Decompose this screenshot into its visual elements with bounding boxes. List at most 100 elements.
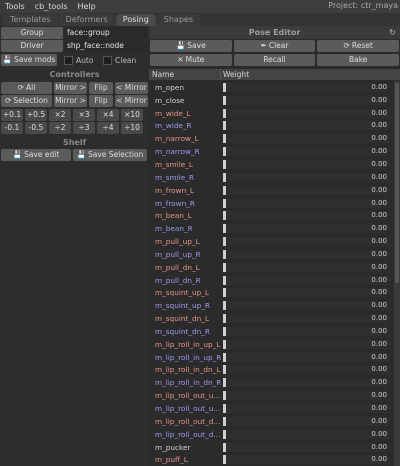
table-row[interactable]: m_wide_R 0.00 — [149, 120, 393, 133]
table-row[interactable]: m_squint_up_L 0.00 — [149, 287, 393, 300]
pose-name[interactable]: m_pull_up_R — [149, 250, 223, 259]
pose-name[interactable]: m_squint_dn_R — [149, 327, 223, 336]
pose-name[interactable]: m_narrow_L — [149, 134, 223, 143]
table-row[interactable]: m_lip_roll_out_d... 0.00 — [149, 428, 393, 441]
save-edit-button[interactable]: 💾 Save edit — [1, 149, 71, 161]
slider-handle[interactable] — [223, 237, 226, 247]
pose-mute-button[interactable]: ✕ Mute — [150, 54, 232, 66]
clean-checkbox[interactable]: Clean — [103, 54, 148, 66]
slider-handle[interactable] — [223, 95, 226, 105]
table-row[interactable]: m_narrow_L 0.00 — [149, 132, 393, 145]
pose-name[interactable]: m_squint_up_R — [149, 301, 223, 310]
scrollbar-thumb[interactable] — [395, 83, 399, 283]
pose-name[interactable]: m_pull_dn_R — [149, 276, 223, 285]
step-plus-0.1-button[interactable]: +0.1 — [1, 109, 23, 121]
slider-handle[interactable] — [223, 82, 226, 92]
weight-slider[interactable]: 0.00 — [223, 429, 389, 439]
weight-slider[interactable]: 0.00 — [223, 365, 389, 375]
pose-name[interactable]: m_narrow_R — [149, 147, 223, 156]
table-row[interactable]: m_lip_roll_out_d... 0.00 — [149, 415, 393, 428]
mirror-right-button[interactable]: Mirror > — [54, 82, 87, 94]
table-row[interactable]: m_squint_dn_L 0.00 — [149, 312, 393, 325]
weight-slider[interactable]: 0.00 — [223, 95, 389, 105]
step-minus-0.5-button[interactable]: -0.5 — [25, 122, 47, 134]
slider-handle[interactable] — [223, 198, 226, 208]
slider-handle[interactable] — [223, 108, 226, 118]
weight-slider[interactable]: 0.00 — [223, 288, 389, 298]
select-all-button[interactable]: ⟳ All — [1, 82, 52, 94]
step-divide-4-button[interactable]: ÷4 — [97, 122, 119, 134]
table-row[interactable]: m_wide_L 0.00 — [149, 107, 393, 120]
pose-name[interactable]: m_smile_L — [149, 160, 223, 169]
pose-name[interactable]: m_frown_L — [149, 186, 223, 195]
tab-shapes[interactable]: Shapes — [156, 14, 200, 26]
pose-list-scrollbar[interactable] — [394, 81, 400, 466]
table-row[interactable]: m_narrow_R 0.00 — [149, 145, 393, 158]
step-times-4-button[interactable]: ×4 — [97, 109, 119, 121]
weight-slider[interactable]: 0.00 — [223, 147, 389, 157]
tab-posing[interactable]: Posing — [115, 14, 156, 26]
table-row[interactable]: m_puff_L 0.00 — [149, 453, 393, 466]
table-row[interactable]: m_pull_up_R 0.00 — [149, 248, 393, 261]
slider-handle[interactable] — [223, 262, 226, 272]
weight-slider[interactable]: 0.00 — [223, 301, 389, 311]
weight-slider[interactable]: 0.00 — [223, 185, 389, 195]
mirror-left-selection-button[interactable]: < Mirror — [115, 95, 148, 107]
pose-name[interactable]: m_pull_dn_L — [149, 263, 223, 272]
slider-handle[interactable] — [223, 429, 226, 439]
slider-handle[interactable] — [223, 314, 226, 324]
weight-slider[interactable]: 0.00 — [223, 314, 389, 324]
mirror-right-selection-button[interactable]: Mirror > — [54, 95, 87, 107]
pose-name[interactable]: m_squint_dn_L — [149, 314, 223, 323]
slider-handle[interactable] — [223, 378, 226, 388]
pose-recall-button[interactable]: Recall — [233, 54, 316, 66]
menu-cb-tools[interactable]: cb_tools — [30, 2, 73, 11]
auto-checkbox[interactable]: Auto — [58, 54, 103, 66]
weight-slider[interactable]: 0.00 — [223, 198, 389, 208]
table-row[interactable]: m_close 0.00 — [149, 94, 393, 107]
slider-handle[interactable] — [223, 121, 226, 131]
table-row[interactable]: m_lip_roll_out_u... 0.00 — [149, 389, 393, 402]
slider-handle[interactable] — [223, 442, 226, 452]
weight-slider[interactable]: 0.00 — [223, 326, 389, 336]
driver-field[interactable]: shp_face::node — [64, 40, 147, 52]
table-row[interactable]: m_lip_roll_in_dn_R 0.00 — [149, 376, 393, 389]
step-minus-0.1-button[interactable]: -0.1 — [1, 122, 23, 134]
slider-handle[interactable] — [223, 134, 226, 144]
step-times-10-button[interactable]: ×10 — [121, 109, 143, 121]
weight-slider[interactable]: 0.00 — [223, 275, 389, 285]
step-divide-10-button[interactable]: ÷10 — [121, 122, 143, 134]
weight-slider[interactable]: 0.00 — [223, 211, 389, 221]
weight-slider[interactable]: 0.00 — [223, 224, 389, 234]
group-field[interactable]: face::group — [64, 27, 147, 39]
pose-bake-button[interactable]: Bake — [317, 54, 400, 66]
step-plus-0.5-button[interactable]: +0.5 — [25, 109, 47, 121]
pose-name[interactable]: m_smile_R — [149, 173, 223, 182]
step-times-3-button[interactable]: ×3 — [73, 109, 95, 121]
table-row[interactable]: m_bean_L 0.00 — [149, 209, 393, 222]
weight-slider[interactable]: 0.00 — [223, 339, 389, 349]
slider-handle[interactable] — [223, 224, 226, 234]
slider-handle[interactable] — [223, 185, 226, 195]
pose-name[interactable]: m_squint_up_L — [149, 288, 223, 297]
pose-name[interactable]: m_lip_roll_in_up_R — [149, 353, 223, 362]
pose-name[interactable]: m_lip_roll_in_dn_L — [149, 365, 223, 374]
weight-slider[interactable]: 0.00 — [223, 249, 389, 259]
slider-handle[interactable] — [223, 275, 226, 285]
pose-clear-button[interactable]: ✒ Clear — [233, 40, 316, 52]
weight-slider[interactable]: 0.00 — [223, 416, 389, 426]
slider-handle[interactable] — [223, 288, 226, 298]
pose-name[interactable]: m_bean_L — [149, 211, 223, 220]
pose-reset-button[interactable]: ⟳ Reset — [317, 40, 400, 52]
weight-slider[interactable]: 0.00 — [223, 82, 389, 92]
flip-selection-button[interactable]: Flip — [89, 95, 113, 107]
refresh-icon[interactable]: ↻ — [389, 26, 396, 39]
slider-handle[interactable] — [223, 352, 226, 362]
mirror-left-button[interactable]: < Mirror — [115, 82, 148, 94]
slider-handle[interactable] — [223, 211, 226, 221]
slider-handle[interactable] — [223, 249, 226, 259]
table-row[interactable]: m_squint_up_R 0.00 — [149, 299, 393, 312]
weight-slider[interactable]: 0.00 — [223, 352, 389, 362]
flip-button[interactable]: Flip — [89, 82, 113, 94]
select-selection-button[interactable]: ⟳ Selection — [1, 95, 52, 107]
